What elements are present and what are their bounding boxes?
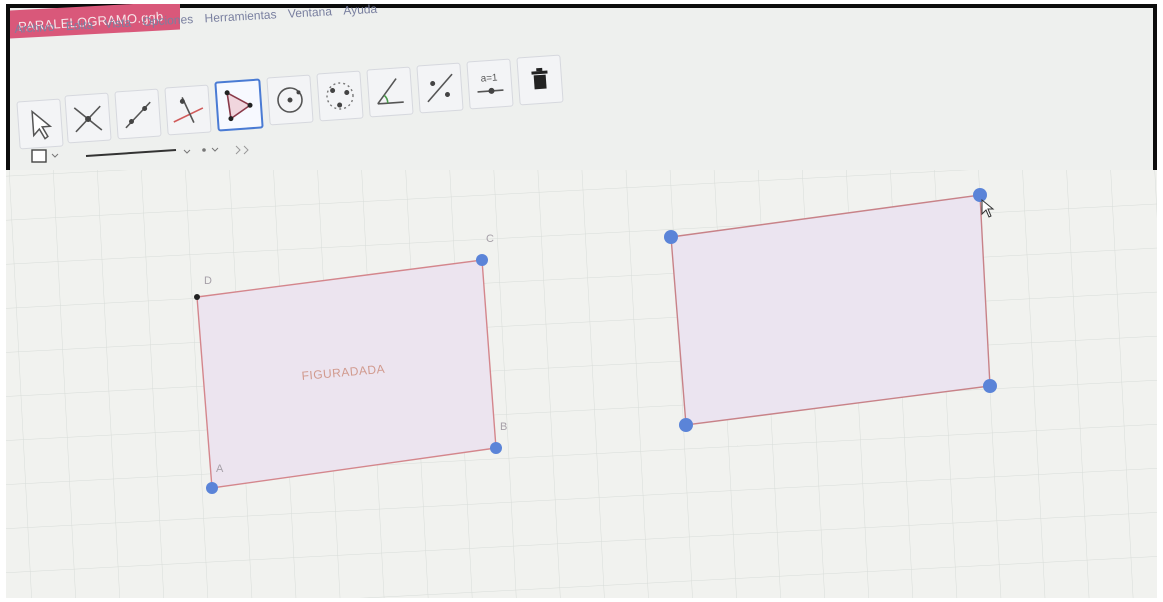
vertex-bottom-left[interactable] xyxy=(679,418,693,432)
slider-label: a=1 xyxy=(480,72,498,84)
reflect-point-icon xyxy=(427,73,453,103)
point-d[interactable] xyxy=(194,294,200,300)
delete-tool[interactable] xyxy=(516,54,564,106)
menu-ayuda[interactable]: Ayuda xyxy=(343,4,378,18)
trash-icon xyxy=(531,67,548,90)
label-c: C xyxy=(486,233,494,245)
graphics-view[interactable]: FIGURADADA D C B A xyxy=(6,170,1157,598)
label-a: A xyxy=(216,463,224,475)
point-a[interactable] xyxy=(206,482,218,494)
line-icon xyxy=(125,101,151,129)
vertex-top-left[interactable] xyxy=(664,230,678,244)
square-outline-icon[interactable] xyxy=(31,149,59,163)
label-d: D xyxy=(204,275,212,287)
menu-herramientas[interactable]: Herramientas xyxy=(204,7,277,25)
menu-archivo[interactable]: Archivo xyxy=(14,20,55,36)
perpendicular-tool[interactable] xyxy=(164,84,212,136)
circle-center-icon xyxy=(277,87,303,113)
conic-tool[interactable] xyxy=(316,70,364,122)
perpendicular-line-icon xyxy=(173,97,204,123)
point-b[interactable] xyxy=(490,442,502,454)
menu-ventana[interactable]: Ventana xyxy=(288,4,333,20)
polygon-icon xyxy=(224,90,253,122)
angle-tool[interactable] xyxy=(366,66,414,118)
screen-photo: PARALELOGRAMO.ggb Archivo Edita Vista Op… xyxy=(6,4,1157,598)
reflect-tool[interactable] xyxy=(416,62,464,114)
menu-vista[interactable]: Vista xyxy=(104,15,131,30)
menu-edita[interactable]: Edita xyxy=(66,18,94,34)
vertex-bottom-right[interactable] xyxy=(983,379,997,393)
point-c[interactable] xyxy=(476,254,488,266)
circle-tool[interactable] xyxy=(266,74,314,126)
slider-tool[interactable]: a=1 xyxy=(466,58,514,110)
collapse-icon[interactable] xyxy=(235,145,249,155)
menu-opciones[interactable]: Opciones xyxy=(142,12,193,29)
conic-icon xyxy=(326,82,354,110)
toolbar: a=1 xyxy=(16,54,576,150)
polygon-tool[interactable] xyxy=(214,78,264,132)
point-style-icon[interactable] xyxy=(202,147,219,152)
vertex-top-right[interactable] xyxy=(973,188,987,202)
slider-icon: a=1 xyxy=(477,72,504,94)
line-style-icon[interactable] xyxy=(85,149,191,157)
geogebra-window: PARALELOGRAMO.ggb Archivo Edita Vista Op… xyxy=(6,4,1157,598)
label-b: B xyxy=(500,421,507,433)
line-tool[interactable] xyxy=(114,88,162,140)
angle-icon xyxy=(377,78,404,105)
